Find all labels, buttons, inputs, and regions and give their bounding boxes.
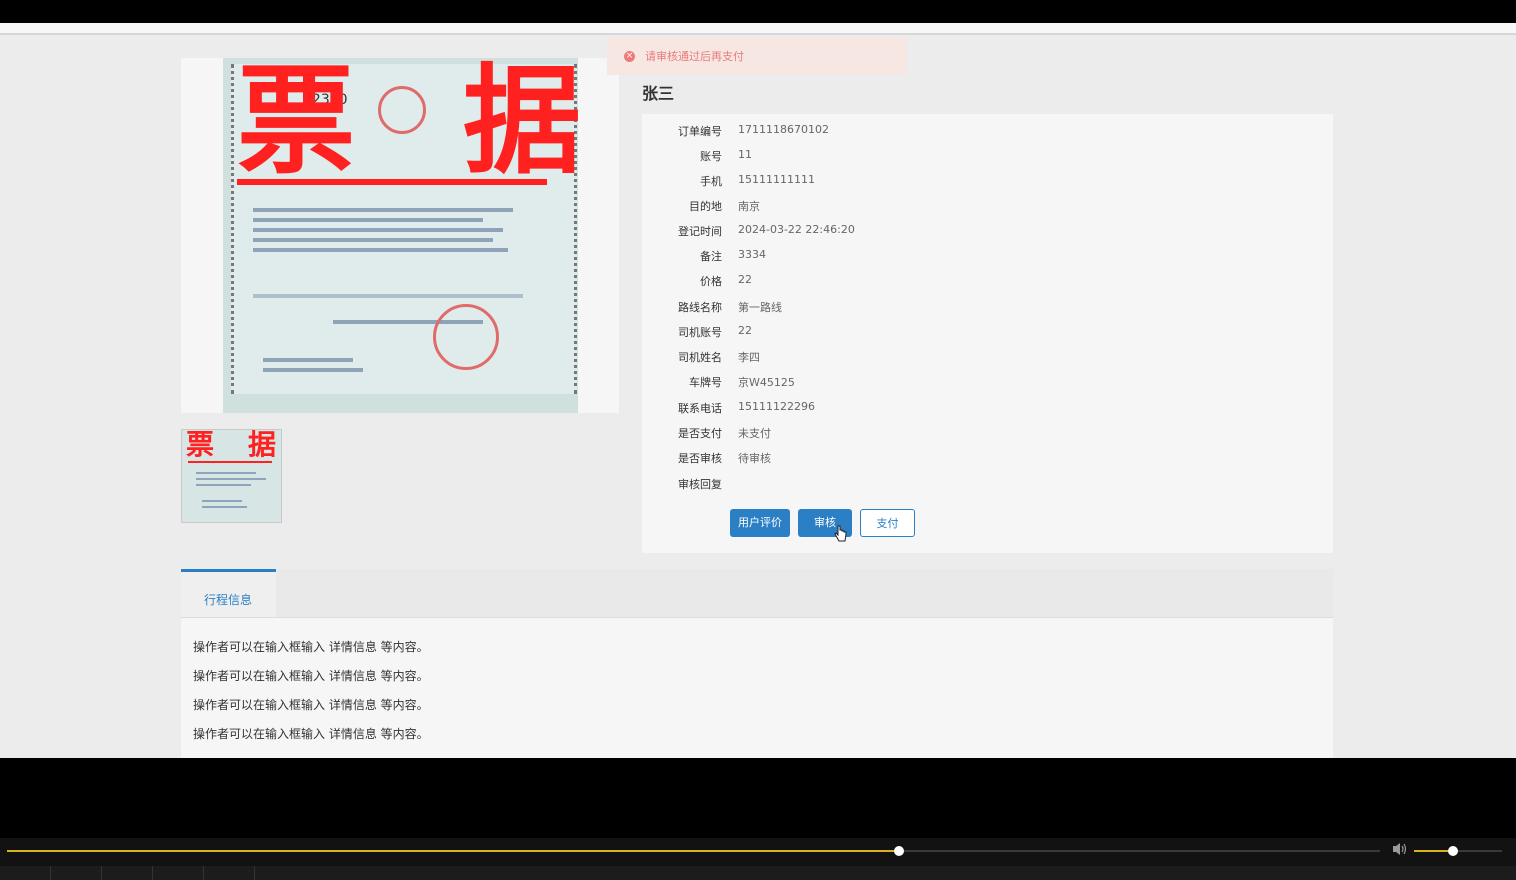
receipt-line <box>253 294 523 298</box>
thumb-char-left: 票 <box>186 429 215 461</box>
content-line: 操作者可以在输入框输入 详情信息 等内容。 <box>193 727 429 741</box>
content-line: 操作者可以在输入框输入 详情信息 等内容。 <box>193 669 429 683</box>
field-driver-account: 司机账号 22 <box>642 321 1242 341</box>
main-image[interactable]: 62320 票 据 <box>181 58 619 413</box>
field-label: 路线名称 <box>678 301 722 314</box>
field-paid-status: 是否支付 未支付 <box>642 422 1242 442</box>
pay-button[interactable]: 支付 <box>860 509 915 537</box>
field-account: 账号 11 <box>642 145 1242 165</box>
field-value: 南京 <box>738 200 760 213</box>
field-destination: 目的地 南京 <box>642 195 1242 215</box>
field-label: 是否支付 <box>678 427 722 440</box>
field-value: 15111111111 <box>738 173 815 186</box>
field-plate-number: 车牌号 京W45125 <box>642 371 1242 391</box>
receipt-line <box>253 238 493 242</box>
field-label: 手机 <box>700 175 722 188</box>
field-remark: 备注 3334 <box>642 245 1242 265</box>
toast-message: 请审核通过后再支付 <box>645 50 744 63</box>
stamp-underline <box>237 179 547 185</box>
thumb-line <box>196 472 256 474</box>
hand-cursor-icon <box>834 525 847 542</box>
field-contact-phone: 联系电话 15111122296 <box>642 397 1242 417</box>
field-label: 是否审核 <box>678 452 722 465</box>
field-value: 22 <box>738 324 752 337</box>
receipt-line <box>253 228 503 232</box>
error-toast: × 请审核通过后再支付 <box>607 37 907 75</box>
field-value: 3334 <box>738 248 766 261</box>
field-value: 京W45125 <box>738 376 795 389</box>
field-label: 联系电话 <box>678 402 722 415</box>
error-circle-icon: × <box>624 51 635 62</box>
detail-panel: 订单编号 1711118670102 账号 11 手机 15111111111 … <box>642 114 1333 553</box>
thumb-underline <box>188 461 272 463</box>
field-label: 司机账号 <box>678 326 722 339</box>
video-player-controls <box>0 838 1516 880</box>
thumb-line <box>196 484 251 486</box>
receipt-seal <box>378 86 426 134</box>
thumb-char-right: 据 <box>248 429 277 461</box>
tab-trip-info[interactable]: 行程信息 <box>181 569 276 617</box>
receipt-line <box>253 248 508 252</box>
receipt-line <box>263 358 353 362</box>
field-audit-status: 是否审核 待审核 <box>642 447 1242 467</box>
field-register-time: 登记时间 2024-03-22 22:46:20 <box>642 220 1242 240</box>
stamp-char-left: 票 <box>237 58 356 190</box>
stamp-char-right: 据 <box>463 58 578 190</box>
strip-divider <box>50 866 51 880</box>
bottom-strip <box>0 866 1516 880</box>
tab-content: 操作者可以在输入框输入 详情信息 等内容。 操作者可以在输入框输入 详情信息 等… <box>181 618 1333 758</box>
field-phone: 手机 15111111111 <box>642 170 1242 190</box>
field-value: 李四 <box>738 351 760 364</box>
thumb-line <box>202 506 247 508</box>
tabs-bar: 行程信息 <box>181 569 1333 618</box>
content-line: 操作者可以在输入框输入 详情信息 等内容。 <box>193 640 429 654</box>
progress-handle[interactable] <box>894 846 904 856</box>
field-label: 审核回复 <box>678 478 722 491</box>
image-thumbnail[interactable]: 票 据 <box>181 429 282 523</box>
field-label: 司机姓名 <box>678 351 722 364</box>
field-label: 价格 <box>700 275 722 288</box>
field-value: 待审核 <box>738 452 771 465</box>
top-black-bar <box>0 0 1516 23</box>
field-route-name: 路线名称 第一路线 <box>642 296 1242 316</box>
field-label: 车牌号 <box>689 376 722 389</box>
field-label: 订单编号 <box>678 125 722 138</box>
content-line: 操作者可以在输入框输入 详情信息 等内容。 <box>193 698 429 712</box>
strip-divider <box>203 866 204 880</box>
tab-label: 行程信息 <box>204 593 253 607</box>
field-value: 22 <box>738 273 752 286</box>
strip-divider <box>101 866 102 880</box>
field-value: 1711118670102 <box>738 123 829 136</box>
field-audit-reply: 审核回复 <box>642 473 1242 493</box>
page-header-strip <box>0 23 1516 35</box>
volume-handle[interactable] <box>1448 846 1458 856</box>
field-driver-name: 司机姓名 李四 <box>642 346 1242 366</box>
receipt-photo: 62320 票 据 <box>223 58 578 413</box>
receipt-line <box>263 368 363 372</box>
field-label: 登记时间 <box>678 225 722 238</box>
field-value: 第一路线 <box>738 301 782 314</box>
field-value: 11 <box>738 148 752 161</box>
field-label: 目的地 <box>689 200 722 213</box>
page-viewport: 62320 票 据 票 据 × 请审核通过后再支付 张三 订单编号 171111… <box>0 23 1516 758</box>
progress-fill <box>7 850 899 852</box>
receipt-line <box>253 218 483 222</box>
user-review-button[interactable]: 用户评价 <box>730 509 790 537</box>
thumb-line <box>196 478 266 480</box>
field-order-number: 订单编号 1711118670102 <box>642 120 1242 140</box>
detail-title: 张三 <box>642 84 675 103</box>
field-value: 未支付 <box>738 427 771 440</box>
field-label: 备注 <box>700 250 722 263</box>
strip-divider <box>254 866 255 880</box>
speaker-icon[interactable] <box>1392 842 1408 856</box>
receipt-seal <box>433 304 499 370</box>
strip-divider <box>152 866 153 880</box>
field-label: 账号 <box>700 150 722 163</box>
field-price: 价格 22 <box>642 270 1242 290</box>
thumb-line <box>202 500 242 502</box>
field-value: 15111122296 <box>738 400 815 413</box>
receipt-line <box>253 208 513 212</box>
field-value: 2024-03-22 22:46:20 <box>738 223 855 236</box>
